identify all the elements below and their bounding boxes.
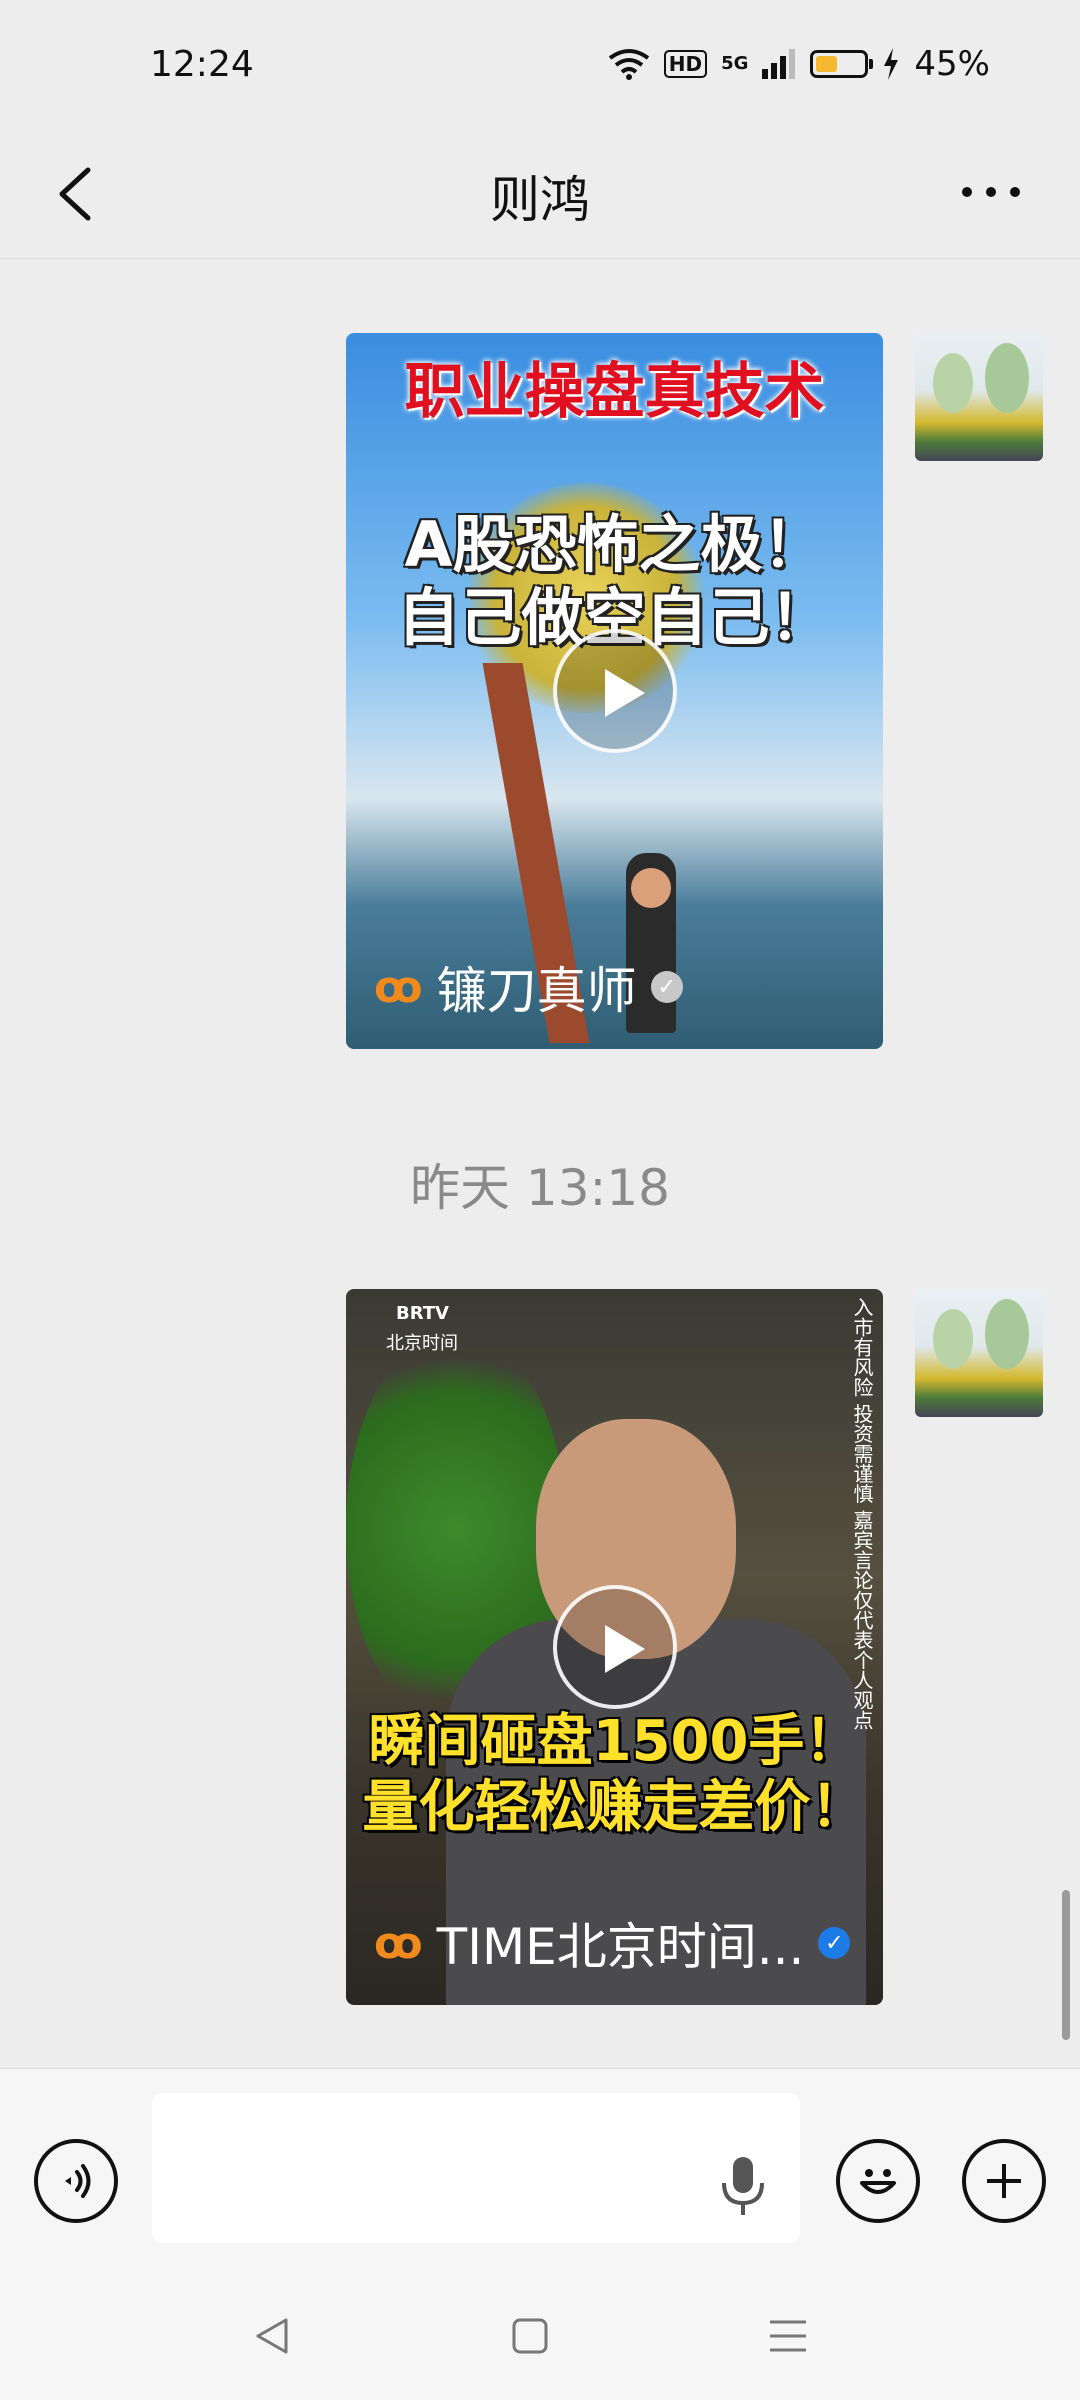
verified-badge-icon: ✓ bbox=[650, 971, 683, 1003]
microphone-icon[interactable] bbox=[718, 2155, 768, 2219]
scrollbar[interactable] bbox=[1062, 1890, 1070, 2040]
triangle-back-icon[interactable] bbox=[250, 2312, 298, 2360]
more-horizontal-icon bbox=[962, 187, 1020, 197]
battery-percent: 45% bbox=[914, 44, 990, 84]
more-button[interactable] bbox=[936, 152, 1046, 232]
brand-subtitle: 北京时间 bbox=[386, 1333, 458, 1354]
charging-icon bbox=[884, 48, 899, 80]
channel-name: TIME北京时间... bbox=[436, 1918, 805, 1976]
plus-button[interactable] bbox=[962, 2139, 1046, 2223]
video-headline: 瞬间砸盘1500手！ 量化轻松赚走差价！ bbox=[346, 1709, 883, 1841]
channel-info: ꝏ TIME北京时间... ✓ bbox=[374, 1907, 851, 1979]
video-banner: 职业操盘真技术 bbox=[404, 357, 825, 427]
plus-circle-icon bbox=[987, 2164, 1021, 2198]
wifi-icon bbox=[608, 49, 649, 80]
hd-badge: HD bbox=[663, 50, 708, 78]
headline-line: A股恐怖之极！ bbox=[404, 508, 825, 581]
channel-name: 镰刀真师 bbox=[436, 962, 637, 1020]
avatar[interactable] bbox=[915, 1289, 1043, 1417]
input-bar bbox=[0, 2068, 1080, 2269]
play-icon[interactable] bbox=[552, 629, 677, 753]
headline-line: 量化轻松赚走差价！ bbox=[362, 1775, 867, 1841]
menu-lines-icon[interactable] bbox=[764, 2312, 812, 2360]
network-badge: 5G bbox=[721, 53, 749, 74]
system-nav-bar bbox=[0, 2268, 1080, 2400]
play-icon[interactable] bbox=[552, 1585, 677, 1709]
message-input[interactable] bbox=[152, 2093, 800, 2243]
status-bar: 12:24 HD 5G 45% bbox=[0, 0, 1080, 130]
square-home-icon[interactable] bbox=[506, 2312, 554, 2360]
channel-info: ꝏ 镰刀真师 ✓ bbox=[374, 951, 683, 1023]
avatar[interactable] bbox=[915, 333, 1043, 461]
voice-button[interactable] bbox=[34, 2139, 118, 2223]
channels-logo-icon: ꝏ bbox=[374, 1917, 423, 1969]
message-timestamp: 昨天 13:18 bbox=[410, 1159, 670, 1217]
verified-badge-icon: ✓ bbox=[818, 1927, 851, 1959]
chat-header: 则鸿 bbox=[0, 130, 1080, 259]
channels-logo-icon: ꝏ bbox=[374, 961, 423, 1013]
battery-fill bbox=[816, 56, 838, 72]
emoji-button[interactable] bbox=[836, 2139, 920, 2223]
figure-head-image bbox=[631, 868, 671, 908]
smiley-icon bbox=[860, 2169, 896, 2194]
risk-notice: 入市有风险 投资需谨慎 嘉宾言论仅代表个人观点 bbox=[850, 1297, 874, 1730]
video-card[interactable]: BRTV 北京时间 入市有风险 投资需谨慎 嘉宾言论仅代表个人观点 瞬间砸盘15… bbox=[346, 1289, 883, 2005]
brand-logo: BRTV bbox=[396, 1303, 449, 1324]
signal-icon bbox=[762, 49, 796, 79]
video-card[interactable]: 职业操盘真技术 A股恐怖之极！ 自己做空自己！ ꝏ 镰刀真师 ✓ bbox=[346, 333, 883, 1049]
voice-wave-icon bbox=[65, 2164, 91, 2198]
status-icons: HD 5G 45% bbox=[608, 44, 990, 84]
headline-line: 瞬间砸盘1500手！ bbox=[368, 1709, 861, 1774]
battery-icon bbox=[810, 50, 874, 78]
status-time: 12:24 bbox=[150, 44, 254, 85]
chat-title: 则鸿 bbox=[490, 171, 590, 229]
